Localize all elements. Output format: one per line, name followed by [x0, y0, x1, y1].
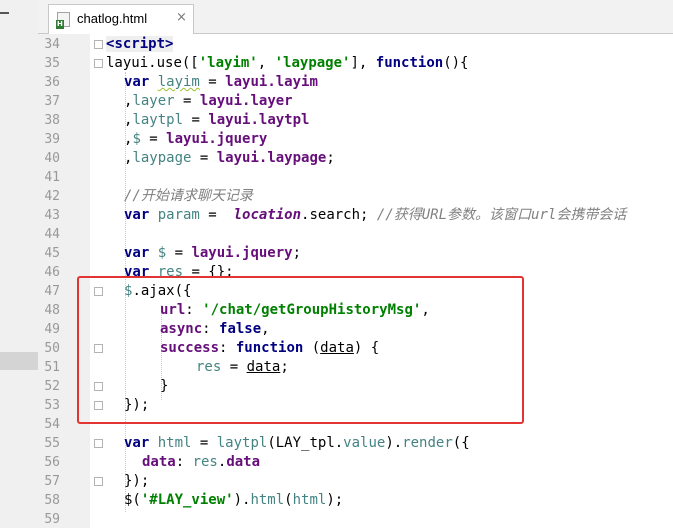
line-number: 55	[44, 436, 60, 451]
line-number: 45	[44, 246, 60, 261]
fold-marker-icon[interactable]	[94, 40, 103, 49]
line-number: 52	[44, 379, 60, 394]
line-number: 36	[44, 75, 60, 90]
code-line: ,laytpl = layui.laytpl	[124, 112, 310, 128]
script-open-tag: <script>	[106, 36, 174, 52]
fold-marker-icon[interactable]	[94, 59, 103, 68]
tab-filename: chatlog.html	[77, 11, 148, 26]
code-comment: //开始请求聊天记录	[124, 188, 253, 204]
code-line: layui.use(['layim', 'laypage'], function…	[106, 55, 469, 71]
fold-marker-icon[interactable]	[94, 439, 103, 448]
code-comment: //获得URL参数。该窗口url会携带会话	[376, 207, 627, 223]
close-icon[interactable]: ×	[176, 10, 187, 25]
line-number: 42	[44, 189, 60, 204]
line-number: 37	[44, 94, 60, 109]
left-panel-strip	[0, 0, 38, 528]
line-number: 47	[44, 284, 60, 299]
code-line: ,$ = layui.jquery	[124, 131, 268, 147]
panel-selection-highlight	[0, 352, 38, 370]
line-number: 57	[44, 474, 60, 489]
line-number: 54	[44, 417, 60, 432]
code-line: });	[124, 473, 150, 489]
line-number: 41	[44, 170, 60, 185]
code-line: ,layer = layui.layer	[124, 93, 293, 109]
line-number: 51	[44, 360, 60, 375]
editor-tab-bar: H chatlog.html ×	[38, 0, 673, 34]
line-number: 56	[44, 455, 60, 470]
line-number: 44	[44, 227, 60, 242]
line-number: 50	[44, 341, 60, 356]
line-number: 58	[44, 493, 60, 508]
code-line: $('#LAY_view').html(html);	[124, 492, 344, 508]
code-line: var param = location.search; //获得URL参数。该…	[124, 207, 627, 223]
code-line: var html = laytpl(LAY_tpl.value).render(…	[124, 435, 470, 451]
panel-collapse-mark[interactable]	[0, 12, 9, 14]
html-file-icon: H	[56, 12, 70, 29]
code-line: var layim = layui.layim	[124, 74, 318, 90]
line-number: 59	[44, 512, 60, 527]
code-line: var $ = layui.jquery;	[124, 245, 302, 261]
line-number: 48	[44, 303, 60, 318]
line-number: 53	[44, 398, 60, 413]
code-line: //开始请求聊天记录	[124, 187, 253, 206]
line-number: 35	[44, 56, 60, 71]
code-line: ,laypage = layui.laypage;	[124, 150, 335, 166]
line-number: 40	[44, 151, 60, 166]
code-line: data: res.data	[142, 454, 261, 470]
tab-chatlog-html[interactable]: H chatlog.html ×	[48, 4, 194, 34]
line-number: 39	[44, 132, 60, 147]
line-number: 43	[44, 208, 60, 223]
line-number: 34	[44, 37, 60, 52]
fold-marker-icon[interactable]	[94, 477, 103, 486]
line-number: 49	[44, 322, 60, 337]
code-line: <script>	[106, 35, 174, 54]
line-number: 46	[44, 265, 60, 280]
line-number: 38	[44, 113, 60, 128]
red-highlight-box	[77, 276, 524, 424]
